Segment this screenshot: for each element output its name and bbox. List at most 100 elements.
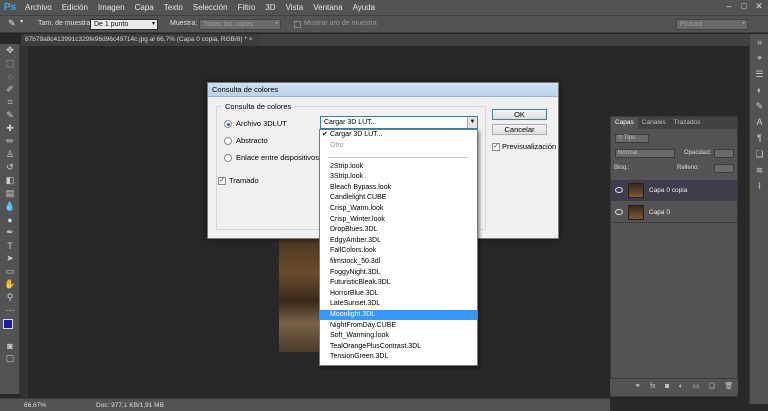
menu-edicion[interactable]: Edición bbox=[57, 3, 93, 12]
opacity-field[interactable] bbox=[714, 149, 734, 158]
dropdown-item[interactable]: Candlelight.CUBE bbox=[320, 193, 477, 204]
clone-stamp-tool-icon[interactable]: ♙ bbox=[0, 148, 20, 161]
dither-label[interactable]: Tramado bbox=[229, 176, 259, 185]
show-ring-checkbox[interactable] bbox=[294, 21, 301, 28]
eraser-tool-icon[interactable]: ◧ bbox=[0, 174, 20, 187]
brush-tool-icon[interactable]: ✏ bbox=[0, 135, 20, 148]
chevron-down-icon[interactable]: ▼ bbox=[467, 117, 477, 128]
close-window-button[interactable]: ✕ bbox=[752, 1, 766, 12]
gradient-tool-icon[interactable]: ▤ bbox=[0, 187, 20, 200]
menu-seleccion[interactable]: Selección bbox=[188, 3, 233, 12]
tab-trazados[interactable]: Trazados bbox=[670, 117, 705, 129]
dropdown-item[interactable]: HorrorBlue.3DL bbox=[320, 289, 477, 300]
move-tool-icon[interactable]: ✥ bbox=[0, 44, 20, 57]
radio-device-link-label[interactable]: Enlace entre dispositivos bbox=[236, 153, 319, 162]
visibility-eye-icon[interactable] bbox=[615, 187, 623, 193]
adjustment-icon[interactable]: ◐ bbox=[679, 383, 683, 390]
marquee-tool-icon[interactable]: ⬚ bbox=[0, 57, 20, 70]
layer-row[interactable]: Capa 0 bbox=[611, 202, 737, 223]
adjustments-panel-icon[interactable]: ◐ bbox=[750, 82, 768, 98]
menu-imagen[interactable]: Imagen bbox=[93, 3, 130, 12]
zoom-level[interactable]: 66,67% bbox=[24, 402, 46, 409]
shape-tool-icon[interactable]: ▭ bbox=[0, 265, 20, 278]
dropdown-item[interactable]: NightFromDay.CUBE bbox=[320, 321, 477, 332]
dither-checkbox[interactable]: ✓ bbox=[218, 177, 226, 185]
eyedropper-tool-icon[interactable]: ✎ bbox=[8, 18, 16, 29]
dropdown-item[interactable]: Crisp_Winter.look bbox=[320, 215, 477, 226]
menu-capa[interactable]: Capa bbox=[130, 3, 159, 12]
dropdown-item[interactable]: filmstock_50.3dl bbox=[320, 257, 477, 268]
tab-capas[interactable]: Capas bbox=[611, 117, 638, 129]
radio-abstract-label[interactable]: Abstracto bbox=[236, 136, 268, 145]
more-tools-icon[interactable]: ⋯ bbox=[0, 304, 20, 317]
radio-3dlut-file-label[interactable]: Archivo 3DLUT bbox=[236, 119, 287, 128]
properties-panel-icon[interactable]: ☰ bbox=[750, 66, 768, 82]
channels-panel-icon[interactable]: ≋ bbox=[750, 162, 768, 178]
menu-filtro[interactable]: Filtro bbox=[233, 3, 261, 12]
trash-icon[interactable]: 🗑 bbox=[724, 382, 733, 390]
layers-panel-icon[interactable]: ❏ bbox=[750, 146, 768, 162]
color-swatches[interactable] bbox=[0, 317, 20, 339]
menu-3d[interactable]: 3D bbox=[260, 3, 280, 12]
paragraph-panel-icon[interactable]: ¶ bbox=[750, 130, 768, 146]
dodge-tool-icon[interactable]: ● bbox=[0, 213, 20, 226]
sample-select[interactable]: Todas las capas ▾ bbox=[199, 19, 281, 30]
menu-ayuda[interactable]: Ayuda bbox=[348, 3, 381, 12]
radio-device-link[interactable] bbox=[224, 154, 232, 162]
layer-row[interactable]: Capa 0 copia bbox=[611, 180, 737, 201]
dropdown-item[interactable]: Crisp_Warm.look bbox=[320, 204, 477, 215]
dropdown-item[interactable]: LateSunset.3DL bbox=[320, 299, 477, 310]
screen-mode-icon[interactable]: ▢ bbox=[0, 352, 20, 365]
preview-checkbox[interactable]: ✓ bbox=[492, 143, 500, 151]
brush-panel-icon[interactable]: ✎ bbox=[750, 98, 768, 114]
dropdown-item[interactable]: FallColors.look bbox=[320, 246, 477, 257]
menu-vista[interactable]: Vista bbox=[281, 3, 309, 12]
dropdown-item[interactable]: FuturisticBleak.3DL bbox=[320, 278, 477, 289]
history-brush-tool-icon[interactable]: ↺ bbox=[0, 161, 20, 174]
document-tab[interactable]: 87b79a8c413991c329fe96d96c49714c.jpg al … bbox=[21, 34, 261, 46]
lasso-tool-icon[interactable]: ◌ bbox=[0, 70, 20, 83]
dropdown-item-highlighted[interactable]: Moonlight.3DL bbox=[320, 309, 477, 321]
zoom-tool-icon[interactable]: ⚲ bbox=[0, 291, 20, 304]
3dlut-combo[interactable]: Cargar 3D LUT... ▼ bbox=[320, 116, 478, 129]
blend-mode-select[interactable]: Normal bbox=[615, 149, 675, 158]
workspace-select[interactable]: Pintura ▾ bbox=[676, 19, 748, 30]
foreground-color-swatch[interactable] bbox=[3, 319, 13, 329]
ok-button[interactable]: OK bbox=[492, 109, 547, 120]
eyedropper-tool-icon[interactable]: ✎ bbox=[0, 109, 20, 122]
cancel-button[interactable]: Cancelar bbox=[492, 124, 547, 135]
document-image[interactable] bbox=[279, 238, 319, 352]
layer-filter-select[interactable]: ⚲ Tipo bbox=[615, 134, 649, 143]
dropdown-item[interactable]: DropBlues.3DL bbox=[320, 225, 477, 236]
close-tab-icon[interactable]: × bbox=[249, 36, 253, 43]
menu-texto[interactable]: Texto bbox=[159, 3, 188, 12]
collapse-panels-icon[interactable]: » bbox=[750, 34, 768, 50]
radio-3dlut-file[interactable] bbox=[224, 120, 232, 128]
tool-preset-caret-icon[interactable]: ▾ bbox=[20, 18, 23, 25]
sample-size-select[interactable]: De 1 punto ▾ bbox=[90, 19, 158, 30]
fx-icon[interactable]: fx bbox=[650, 383, 655, 390]
healing-brush-tool-icon[interactable]: ✚ bbox=[0, 122, 20, 135]
dropdown-item[interactable]: EdgyAmber.3DL bbox=[320, 236, 477, 247]
dropdown-item-load[interactable]: ✔ Cargar 3D LUT... bbox=[320, 130, 477, 141]
path-selection-tool-icon[interactable]: ➤ bbox=[0, 252, 20, 265]
pen-tool-icon[interactable]: ✒ bbox=[0, 226, 20, 239]
paths-panel-icon[interactable]: ⌇ bbox=[750, 178, 768, 194]
mask-icon[interactable]: ◙ bbox=[665, 383, 669, 390]
new-layer-icon[interactable]: ❏ bbox=[709, 382, 715, 390]
minimize-button[interactable]: – bbox=[722, 1, 736, 12]
dropdown-item[interactable]: 3Strip.look bbox=[320, 172, 477, 183]
dropdown-item[interactable]: Bleach Bypass.look bbox=[320, 183, 477, 194]
menu-ventana[interactable]: Ventana bbox=[308, 3, 347, 12]
type-tool-icon[interactable]: T bbox=[0, 239, 20, 252]
character-panel-icon[interactable]: A bbox=[750, 114, 768, 130]
quick-select-tool-icon[interactable]: ✐ bbox=[0, 83, 20, 96]
blur-tool-icon[interactable]: 💧 bbox=[0, 200, 20, 213]
preview-label[interactable]: Previsualización bbox=[502, 142, 556, 151]
tab-canales[interactable]: Canales bbox=[638, 117, 670, 129]
dropdown-item[interactable]: 2Strip.look bbox=[320, 162, 477, 173]
link-layers-icon[interactable]: ⚭ bbox=[635, 382, 641, 390]
photoshop-logo[interactable]: Ps bbox=[0, 0, 20, 15]
maximize-button[interactable]: □ bbox=[737, 1, 751, 12]
dropdown-item[interactable]: TealOrangePlusContrast.3DL bbox=[320, 342, 477, 353]
